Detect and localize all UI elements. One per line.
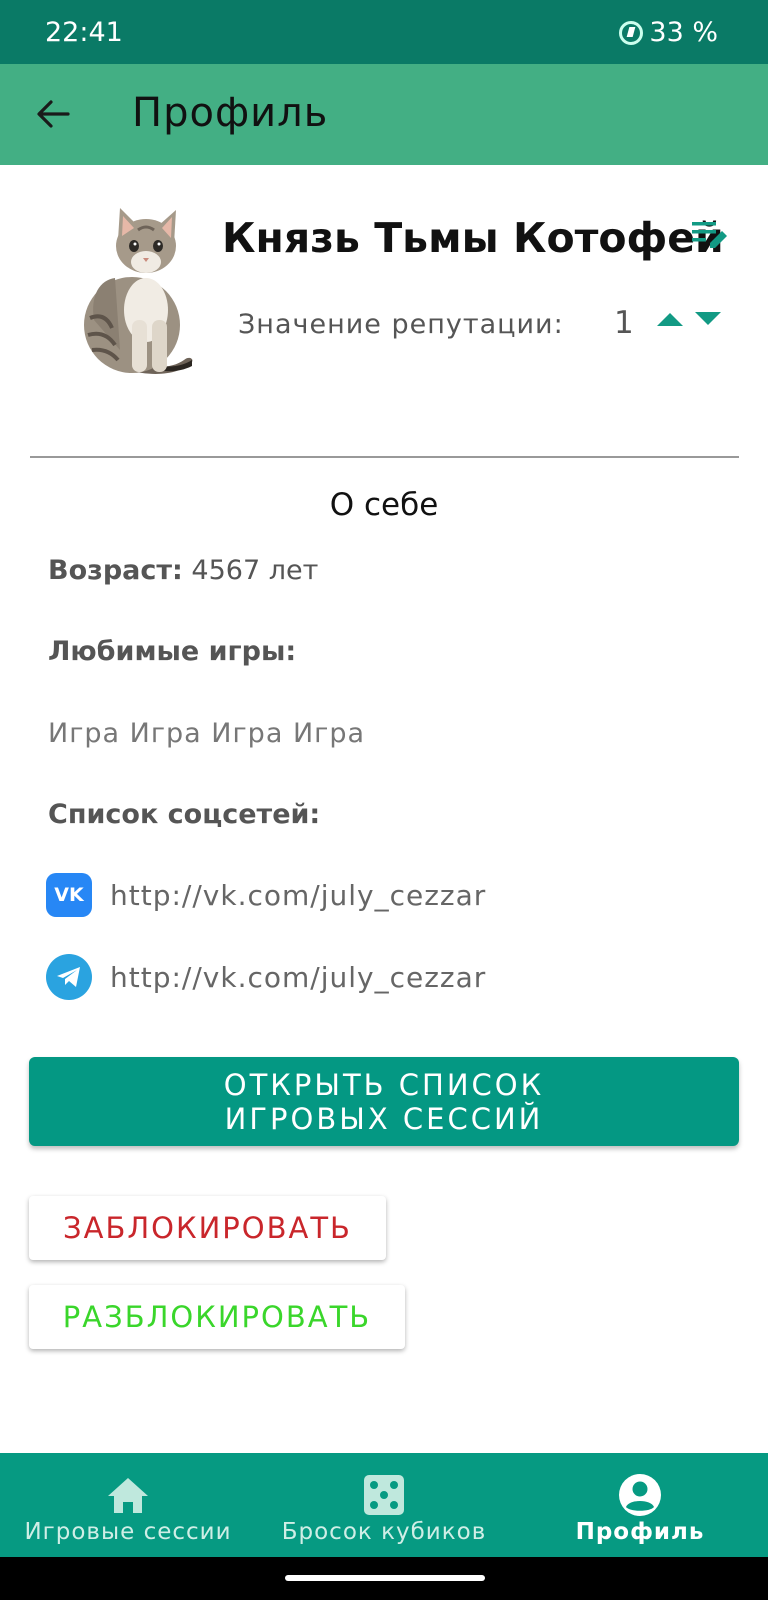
avatar bbox=[60, 200, 200, 385]
reputation-label: Значение репутации: bbox=[238, 309, 564, 340]
age-row: Возраст: 4567 лет bbox=[48, 555, 318, 586]
favorite-games-label: Любимые игры: bbox=[48, 636, 297, 667]
reputation-up-button[interactable] bbox=[655, 308, 685, 330]
social-item-telegram[interactable]: http://vk.com/july_cezzar bbox=[46, 954, 486, 1000]
nav-label: Профиль bbox=[575, 1519, 705, 1545]
arrow-left-icon bbox=[37, 100, 70, 128]
edit-notes-icon bbox=[692, 222, 727, 248]
system-navigation-bar bbox=[0, 1557, 768, 1600]
social-link[interactable]: http://vk.com/july_cezzar bbox=[110, 879, 486, 912]
app-bar: Профиль bbox=[0, 64, 768, 165]
nav-label: Игровые сессии bbox=[24, 1519, 232, 1545]
dice-icon bbox=[362, 1473, 406, 1517]
edit-profile-button[interactable] bbox=[690, 218, 728, 252]
nav-item-dice[interactable]: Бросок кубиков bbox=[256, 1453, 512, 1557]
reputation-down-button[interactable] bbox=[693, 308, 723, 330]
status-right: 33 % bbox=[619, 17, 718, 48]
divider bbox=[30, 456, 739, 458]
back-button[interactable] bbox=[28, 89, 78, 139]
triangle-up-icon bbox=[657, 313, 683, 326]
social-link[interactable]: http://vk.com/july_cezzar bbox=[110, 961, 486, 994]
battery-level: 33 % bbox=[649, 17, 718, 48]
about-title: О себе bbox=[329, 487, 439, 523]
home-indicator[interactable] bbox=[285, 1575, 485, 1581]
kitten-photo bbox=[84, 208, 193, 374]
vk-icon: VK bbox=[46, 873, 92, 917]
bottom-navigation: Игровые сессии Бросок кубиков Профиль bbox=[0, 1453, 768, 1557]
block-button[interactable]: ЗАБЛОКИРОВАТЬ bbox=[29, 1196, 386, 1260]
account-circle-icon bbox=[618, 1473, 662, 1517]
reputation-value: 1 bbox=[614, 305, 634, 341]
nav-item-profile[interactable]: Профиль bbox=[512, 1453, 768, 1557]
battery-icon bbox=[619, 20, 644, 45]
favorite-games-value: Игра Игра Игра Игра bbox=[48, 718, 366, 749]
triangle-down-icon bbox=[695, 312, 721, 325]
open-sessions-button[interactable]: ОТКРЫТЬ СПИСОК ИГРОВЫХ СЕССИЙ bbox=[29, 1057, 739, 1146]
profile-name: Князь Тьмы Котофей bbox=[222, 214, 724, 262]
nav-item-sessions[interactable]: Игровые сессии bbox=[0, 1453, 256, 1557]
page-title: Профиль bbox=[132, 90, 329, 136]
home-icon bbox=[106, 1473, 150, 1517]
social-list-label: Список соцсетей: bbox=[48, 799, 321, 830]
status-time: 22:41 bbox=[45, 17, 123, 48]
status-bar: 22:41 33 % bbox=[0, 0, 768, 64]
social-item-vk[interactable]: VK http://vk.com/july_cezzar bbox=[46, 872, 486, 918]
nav-label: Бросок кубиков bbox=[281, 1519, 487, 1545]
age-label: Возраст: bbox=[48, 555, 183, 586]
unblock-button[interactable]: РАЗБЛОКИРОВАТЬ bbox=[29, 1285, 405, 1349]
telegram-icon bbox=[46, 954, 92, 1000]
age-value: 4567 лет bbox=[191, 555, 319, 586]
